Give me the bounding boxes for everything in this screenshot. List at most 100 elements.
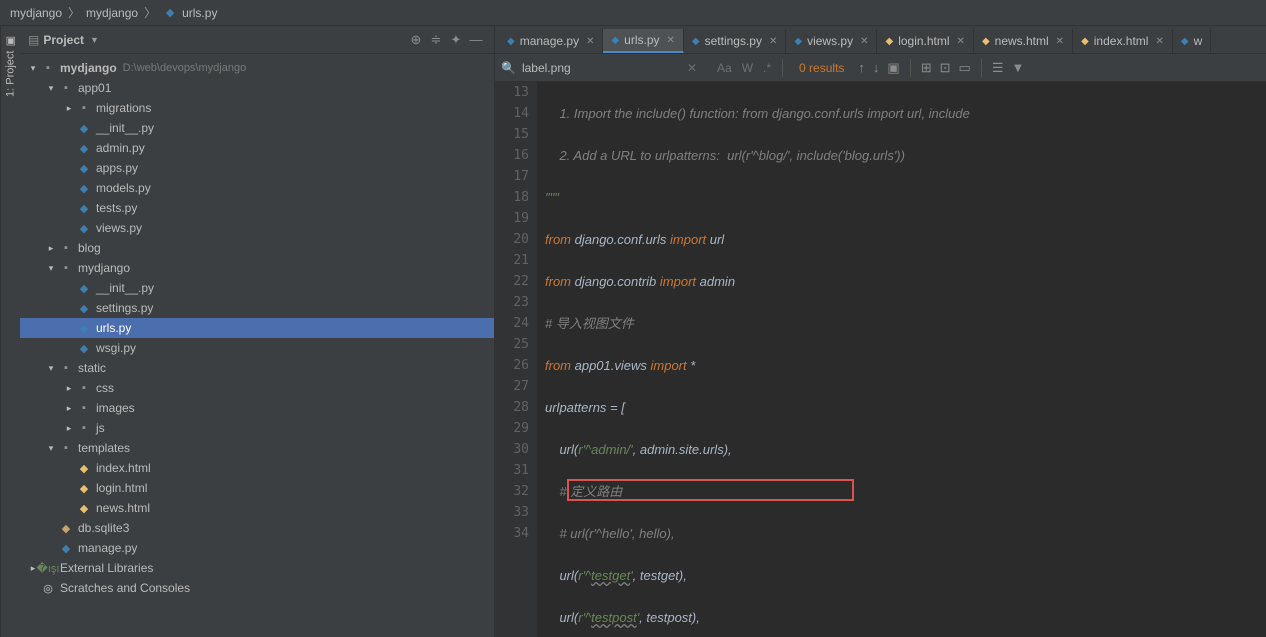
select-all-icon[interactable]: ▣	[887, 60, 899, 76]
folder-icon: ▪	[58, 442, 74, 454]
project-dropdown-icon[interactable]: ▤	[28, 33, 39, 47]
breadcrumb-folder[interactable]: mydjango	[86, 6, 138, 20]
filter-icon[interactable]: ▼	[1011, 60, 1024, 75]
tree-folder-templates[interactable]: ▾▪templates	[20, 438, 494, 458]
database-icon: ◆	[58, 522, 74, 535]
project-tab-label: 1: Project	[5, 51, 17, 97]
close-icon[interactable]: ✕	[667, 35, 675, 46]
folder-icon: ▪	[58, 262, 74, 274]
tree-folder-app01[interactable]: ▾▪app01	[20, 78, 494, 98]
python-icon: ◆	[76, 282, 92, 295]
close-icon[interactable]: ✕	[1056, 36, 1064, 47]
tree-file[interactable]: ◆news.html	[20, 498, 494, 518]
breadcrumb-separator: 〉	[68, 4, 80, 21]
tree-scratches[interactable]: ◎Scratches and Consoles	[20, 578, 494, 598]
collapse-icon[interactable]: ≑	[426, 30, 446, 50]
hide-icon[interactable]: —	[466, 30, 486, 50]
tree-file[interactable]: ◆index.html	[20, 458, 494, 478]
python-file-icon: ◆	[162, 6, 178, 19]
tab-index-html[interactable]: ◆index.html✕	[1073, 29, 1173, 53]
tree-folder-static[interactable]: ▾▪static	[20, 358, 494, 378]
prev-match-icon[interactable]: ↑	[858, 60, 865, 75]
tree-external-libraries[interactable]: ▸�ışıExternal Libraries	[20, 558, 494, 578]
python-icon: ◆	[507, 36, 515, 47]
tree-folder-js[interactable]: ▸▪js	[20, 418, 494, 438]
tool-icon-2[interactable]: ▭	[959, 60, 971, 76]
tree-file-urls[interactable]: ◆urls.py	[20, 318, 494, 338]
tab-views[interactable]: ◆views.py✕	[786, 29, 877, 53]
editor-tabs: ◆manage.py✕ ◆urls.py✕ ◆settings.py✕ ◆vie…	[495, 26, 1266, 54]
python-icon: ◆	[692, 36, 700, 47]
html-icon: ◆	[1081, 36, 1089, 47]
search-icon[interactable]: 🔍	[501, 61, 516, 75]
tree-file[interactable]: ◆__init__.py	[20, 278, 494, 298]
tab-overflow[interactable]: ◆w	[1173, 29, 1211, 53]
close-icon[interactable]: ✕	[860, 36, 868, 47]
tree-file[interactable]: ◆login.html	[20, 478, 494, 498]
python-icon: ◆	[1181, 36, 1189, 47]
tree-folder-css[interactable]: ▸▪css	[20, 378, 494, 398]
line-gutter: 13 14 15 16 17 18 19 20 21 22 23 24 25 2…	[495, 82, 537, 637]
folder-icon: ▪	[40, 62, 56, 74]
breadcrumb-file[interactable]: urls.py	[182, 6, 217, 20]
close-icon[interactable]: ✕	[769, 36, 777, 47]
tab-urls[interactable]: ◆urls.py✕	[603, 29, 683, 53]
settings-toggle-icon[interactable]: ☰	[992, 60, 1004, 76]
source-code[interactable]: 1. Import the include() function: from d…	[537, 82, 1266, 637]
html-icon: ◆	[76, 482, 92, 495]
tree-file[interactable]: ◆tests.py	[20, 198, 494, 218]
close-search-icon[interactable]: ✕	[687, 61, 697, 75]
next-match-icon[interactable]: ↓	[873, 60, 880, 75]
dropdown-icon[interactable]: ▼	[90, 35, 99, 45]
tree-file[interactable]: ◆db.sqlite3	[20, 518, 494, 538]
tree-file[interactable]: ◆admin.py	[20, 138, 494, 158]
project-tool-tab[interactable]: 1: Project ▣	[0, 26, 20, 637]
code-area: 13 14 15 16 17 18 19 20 21 22 23 24 25 2…	[495, 82, 1266, 637]
tab-settings[interactable]: ◆settings.py✕	[684, 29, 786, 53]
python-icon: ◆	[794, 36, 802, 47]
folder-icon: ▪	[76, 102, 92, 114]
tree-folder-mydjango[interactable]: ▾▪mydjango	[20, 258, 494, 278]
tab-manage[interactable]: ◆manage.py✕	[499, 29, 603, 53]
tab-login-html[interactable]: ◆login.html✕	[877, 29, 973, 53]
scratches-icon: ◎	[40, 582, 56, 595]
python-icon: ◆	[76, 222, 92, 235]
project-title: Project	[43, 33, 84, 47]
tool-icon[interactable]: ⊡	[940, 60, 951, 76]
tree-folder-migrations[interactable]: ▸▪migrations	[20, 98, 494, 118]
settings-icon[interactable]: ✦	[446, 30, 466, 50]
tree-file[interactable]: ◆wsgi.py	[20, 338, 494, 358]
html-icon: ◆	[982, 36, 990, 47]
tree-file[interactable]: ◆manage.py	[20, 538, 494, 558]
add-selection-icon[interactable]: ⊞	[921, 60, 932, 76]
folder-icon: ▪	[58, 82, 74, 94]
folder-icon: ▪	[58, 242, 74, 254]
breadcrumb-separator: 〉	[144, 4, 156, 21]
python-icon: ◆	[76, 202, 92, 215]
breadcrumb-root[interactable]: mydjango	[10, 6, 62, 20]
tree-file[interactable]: ◆settings.py	[20, 298, 494, 318]
search-input[interactable]: label.png	[522, 61, 682, 75]
tree-root[interactable]: ▾▪mydjangoD:\web\devops\mydjango	[20, 58, 494, 78]
python-icon: ◆	[611, 35, 619, 46]
tree-folder-images[interactable]: ▸▪images	[20, 398, 494, 418]
python-icon: ◆	[76, 122, 92, 135]
close-icon[interactable]: ✕	[957, 36, 965, 47]
project-tree[interactable]: ▾▪mydjangoD:\web\devops\mydjango ▾▪app01…	[20, 54, 494, 637]
close-icon[interactable]: ✕	[1155, 36, 1163, 47]
tab-news-html[interactable]: ◆news.html✕	[974, 29, 1073, 53]
whole-word-toggle[interactable]: W	[742, 61, 753, 75]
match-case-toggle[interactable]: Aa	[717, 61, 732, 75]
regex-toggle[interactable]: .*	[763, 61, 771, 75]
tree-file[interactable]: ◆apps.py	[20, 158, 494, 178]
tree-file[interactable]: ◆views.py	[20, 218, 494, 238]
python-icon: ◆	[76, 182, 92, 195]
divider	[981, 59, 982, 77]
python-icon: ◆	[76, 162, 92, 175]
tree-folder-blog[interactable]: ▸▪blog	[20, 238, 494, 258]
close-icon[interactable]: ✕	[586, 36, 594, 47]
divider	[910, 59, 911, 77]
tree-file[interactable]: ◆__init__.py	[20, 118, 494, 138]
tree-file[interactable]: ◆models.py	[20, 178, 494, 198]
locate-icon[interactable]: ⊕	[406, 30, 426, 50]
